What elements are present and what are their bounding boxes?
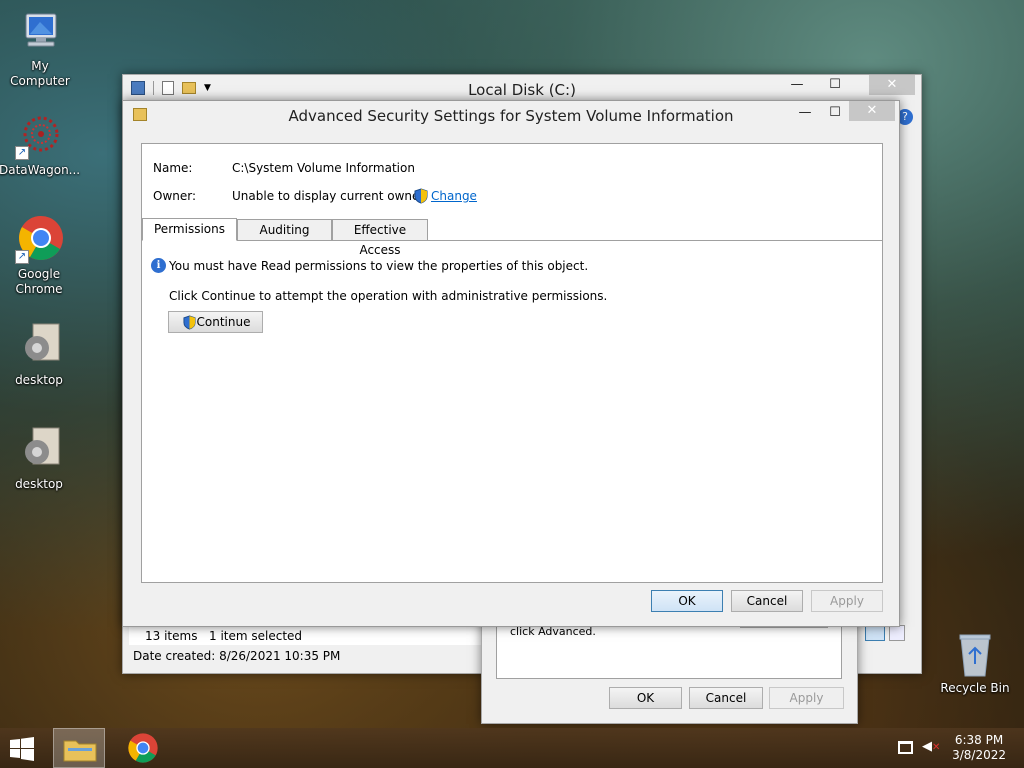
security-settings-panel: Name: C:\System Volume Information Owner…	[141, 143, 883, 583]
folder-icon	[63, 740, 97, 762]
recycle-bin-icon	[951, 630, 999, 678]
change-owner-link[interactable]: Change	[431, 189, 477, 203]
info-message: You must have Read permissions to view t…	[169, 259, 589, 273]
uac-shield-icon	[183, 315, 196, 336]
desktop-icon-label: Recycle Bin	[940, 681, 1010, 695]
tab-permissions[interactable]: Permissions	[142, 218, 237, 241]
clock-date: 3/8/2022	[952, 748, 1006, 762]
status-items-count: 13 items	[145, 629, 198, 643]
volume-muted-icon[interactable]: ◀✕	[922, 739, 940, 754]
tab-auditing[interactable]: Auditing	[237, 219, 332, 241]
desktop-icon-label: Google Chrome	[15, 267, 63, 296]
desktop-icon-desktop-2[interactable]: desktop	[0, 426, 79, 492]
shortcut-arrow-icon: ↗	[15, 146, 29, 160]
name-value: C:\System Volume Information	[232, 161, 415, 175]
chrome-icon: ↗	[15, 216, 63, 264]
apply-button[interactable]: Apply	[811, 590, 883, 612]
close-button[interactable]: ✕	[849, 101, 895, 121]
large-icons-view-icon[interactable]	[889, 625, 905, 641]
clock-time: 6:38 PM	[954, 733, 1004, 747]
details-pane: Date created: 8/26/2021 10:35 PM	[129, 647, 483, 669]
advanced-dialog-title: Advanced Security Settings for System Vo…	[288, 107, 734, 125]
file-gear-icon	[15, 322, 63, 370]
desktop-icon-label: DataWagon...	[0, 163, 81, 177]
ok-button[interactable]: OK	[651, 590, 723, 612]
desktop-icon-label: desktop	[15, 373, 63, 387]
close-button[interactable]: ✕	[869, 75, 915, 95]
maximize-button[interactable]: ☐	[821, 75, 849, 95]
desktop-icon-recycle-bin[interactable]: Recycle Bin	[935, 630, 1015, 696]
tab-effective-access[interactable]: Effective Access	[332, 219, 428, 257]
start-button[interactable]	[8, 736, 38, 762]
view-toggle	[865, 625, 905, 641]
cancel-button[interactable]: Cancel	[689, 687, 763, 709]
properties-inner-panel: click Advanced.	[496, 619, 842, 679]
shortcut-arrow-icon: ↗	[15, 250, 29, 264]
datawagon-icon: ↗	[15, 112, 63, 160]
desktop-icon-my-computer[interactable]: My Computer	[0, 8, 80, 89]
explorer-titlebar[interactable]: ▼ Local Disk (C:) — ☐ ✕	[123, 75, 921, 103]
info-icon: i	[151, 258, 166, 273]
apply-button[interactable]: Apply	[769, 687, 844, 709]
uac-shield-icon	[414, 188, 428, 207]
advanced-dialog-titlebar[interactable]: Advanced Security Settings for System Vo…	[123, 101, 899, 131]
desktop-icon-label: desktop	[15, 477, 63, 491]
chrome-icon	[128, 733, 158, 763]
taskbar: ◀✕ 6:38 PM 3/8/2022	[0, 728, 1024, 768]
file-gear-icon	[15, 426, 63, 474]
owner-label: Owner:	[153, 189, 197, 203]
computer-icon	[16, 8, 64, 56]
continue-hint: Click Continue to attempt the operation …	[169, 289, 608, 303]
taskbar-chrome[interactable]	[117, 728, 169, 768]
minimize-button[interactable]: —	[791, 103, 819, 123]
ok-button[interactable]: OK	[609, 687, 682, 709]
network-icon[interactable]	[898, 741, 913, 754]
details-view-icon[interactable]	[865, 625, 885, 641]
advanced-security-dialog[interactable]: Advanced Security Settings for System Vo…	[122, 100, 900, 627]
name-label: Name:	[153, 161, 193, 175]
minimize-button[interactable]: —	[783, 75, 811, 95]
desktop-icon-desktop-1[interactable]: desktop	[0, 322, 79, 388]
cancel-button[interactable]: Cancel	[731, 590, 803, 612]
taskbar-file-explorer[interactable]	[53, 728, 105, 768]
windows-logo-icon	[10, 737, 34, 761]
maximize-button[interactable]: ☐	[821, 103, 849, 123]
desktop-icon-datawagon[interactable]: ↗ DataWagon...	[0, 112, 81, 178]
status-bar: 13 items 1 item selected	[129, 625, 483, 645]
system-clock[interactable]: 6:38 PM 3/8/2022	[952, 733, 1006, 763]
owner-value: Unable to display current owner.	[232, 189, 428, 203]
status-selected: 1 item selected	[209, 629, 303, 643]
desktop-icon-label: My Computer	[10, 59, 70, 88]
date-created: Date created: 8/26/2021 10:35 PM	[133, 649, 341, 663]
desktop-icon-google-chrome[interactable]: ↗ Google Chrome	[0, 216, 79, 297]
continue-button[interactable]: Continue	[168, 311, 263, 333]
